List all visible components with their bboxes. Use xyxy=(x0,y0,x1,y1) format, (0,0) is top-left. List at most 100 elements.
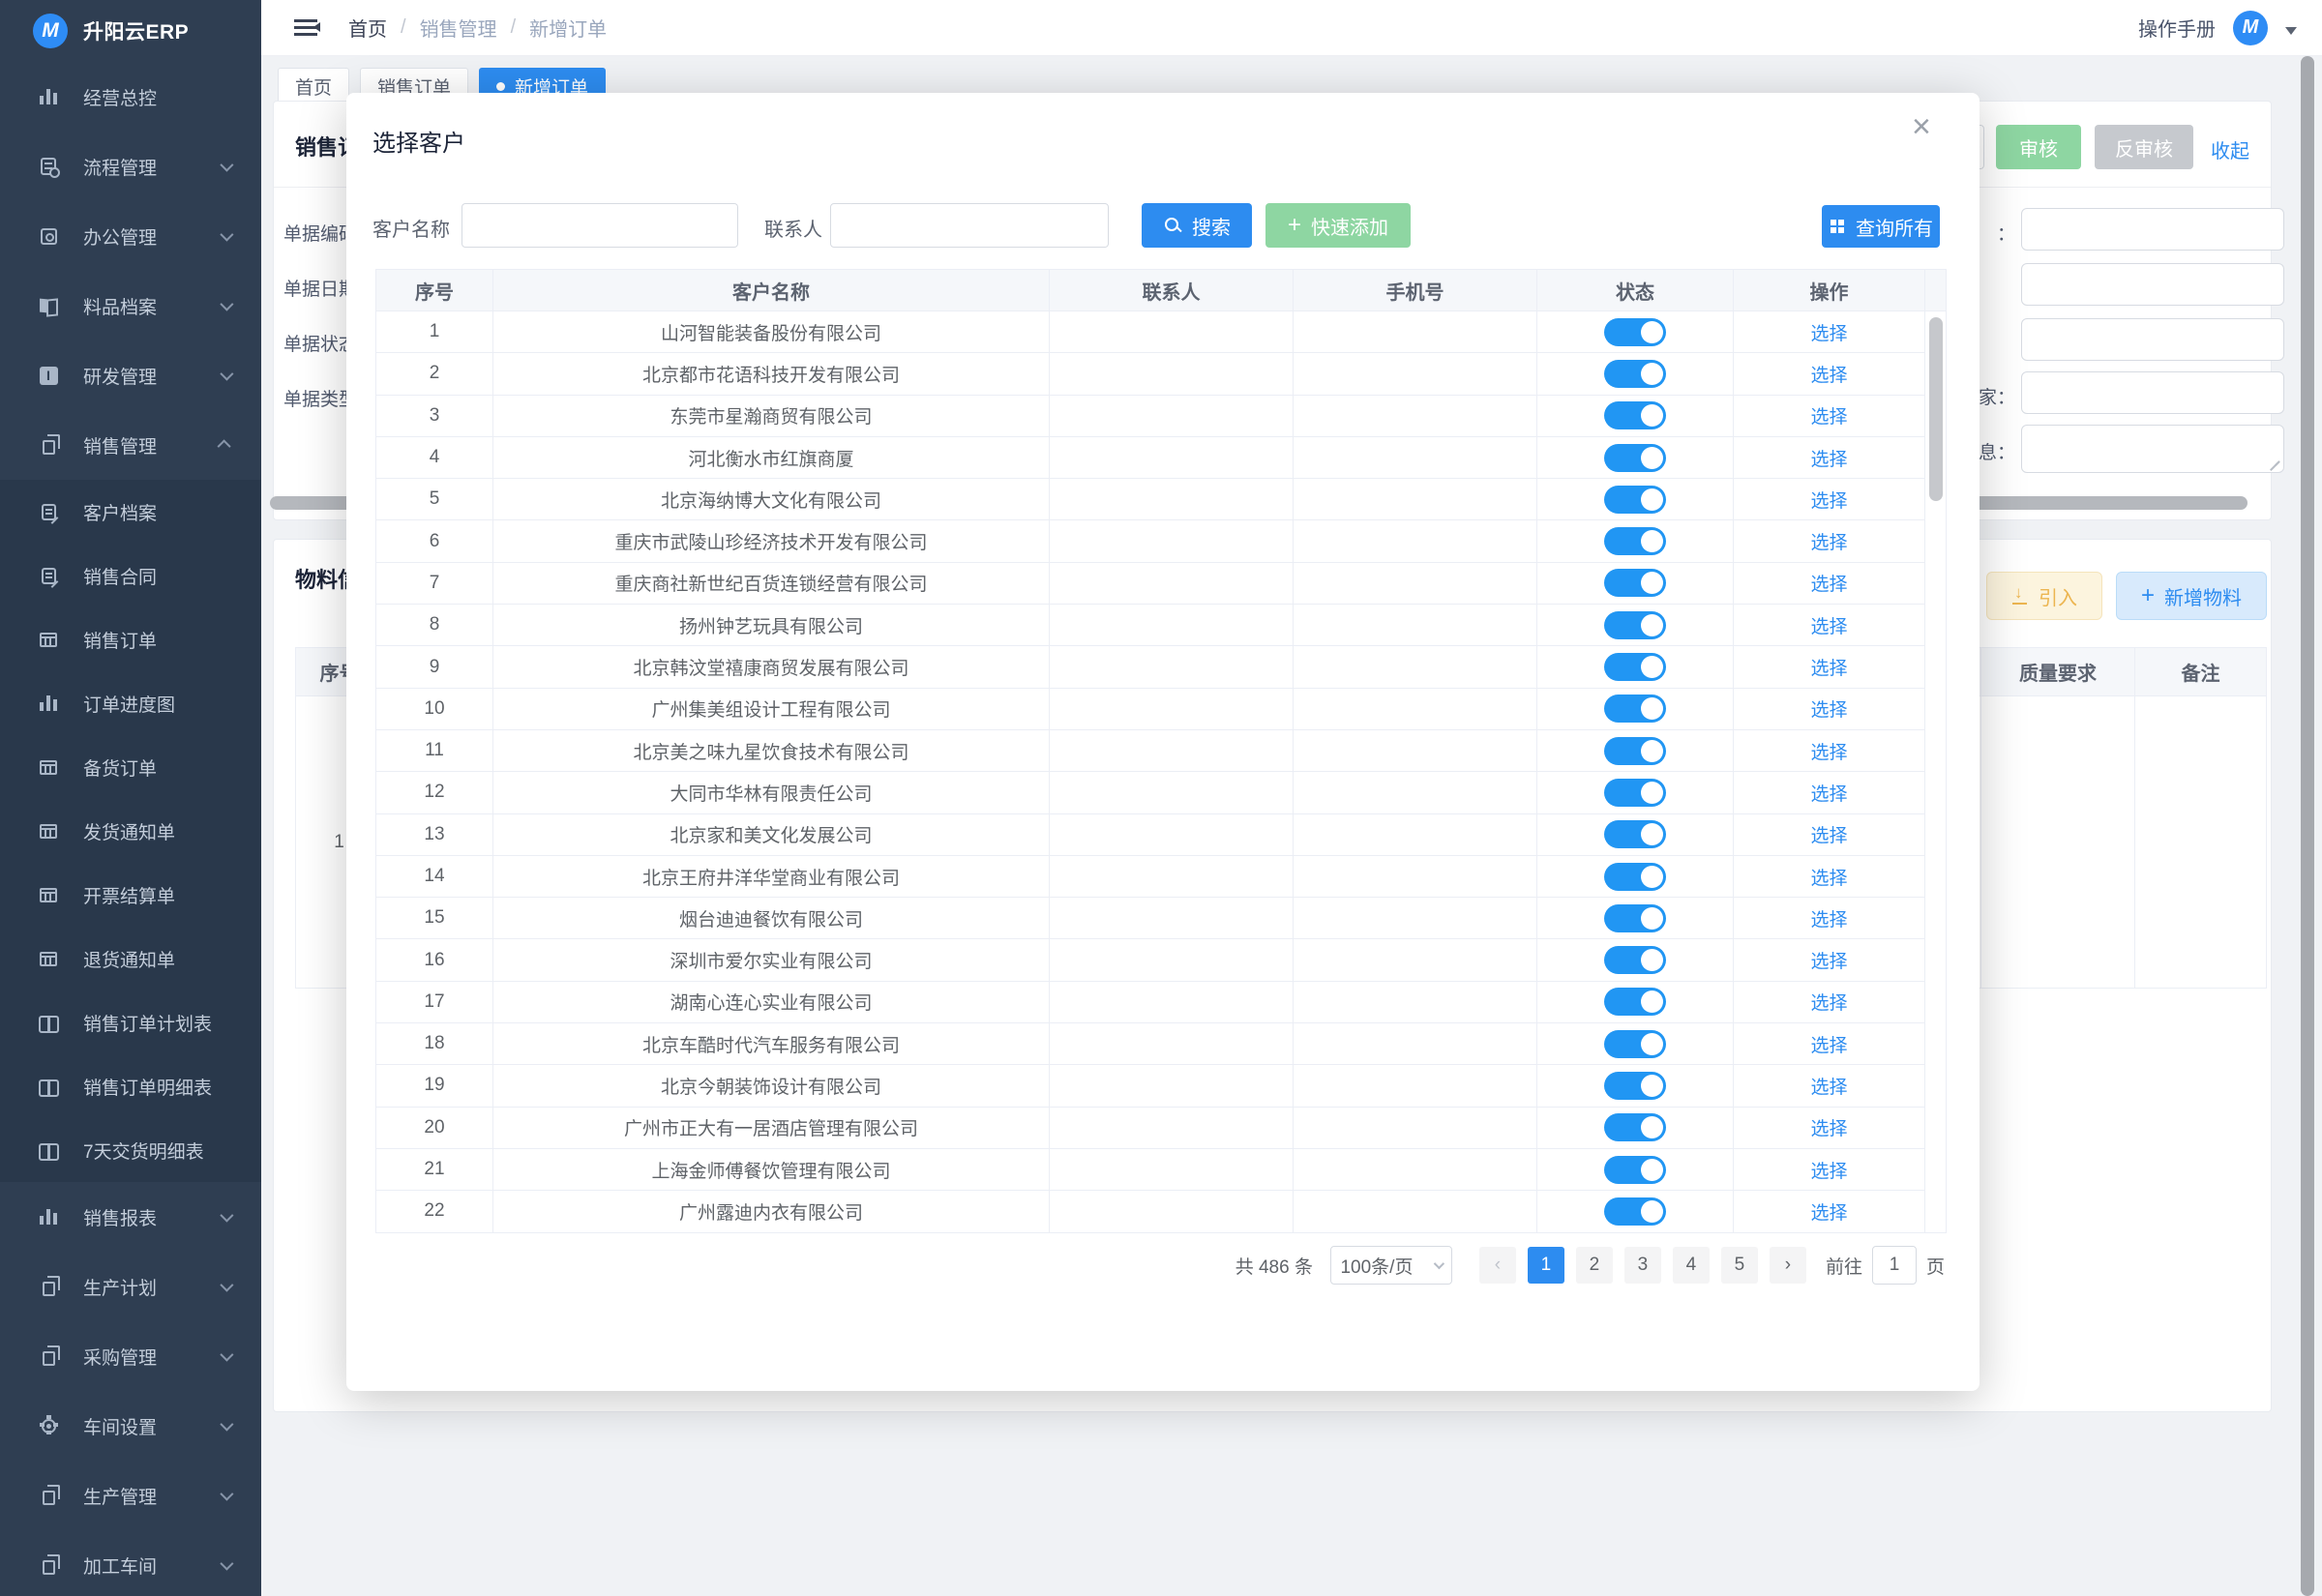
status-toggle[interactable] xyxy=(1604,863,1666,891)
sidebar-subitem[interactable]: 客户档案 xyxy=(0,480,261,544)
select-link[interactable]: 选择 xyxy=(1810,821,1847,847)
form-input[interactable] xyxy=(2021,208,2284,251)
status-toggle[interactable] xyxy=(1604,611,1666,639)
status-toggle[interactable] xyxy=(1604,486,1666,514)
quick-add-button[interactable]: 快速添加 xyxy=(1265,203,1411,248)
select-link[interactable]: 选择 xyxy=(1810,445,1847,471)
form-input-country[interactable] xyxy=(2021,371,2284,414)
pagination-prev[interactable]: ‹ xyxy=(1479,1247,1516,1284)
sidebar-subitem[interactable]: 发货通知单 xyxy=(0,799,261,863)
unapprove-button[interactable]: 反审核 xyxy=(2095,125,2193,169)
query-all-button[interactable]: 查询所有 xyxy=(1822,205,1940,248)
select-link[interactable]: 选择 xyxy=(1810,780,1847,806)
select-link[interactable]: 选择 xyxy=(1810,695,1847,722)
select-link[interactable]: 选择 xyxy=(1810,1157,1847,1183)
status-toggle[interactable] xyxy=(1604,527,1666,555)
select-link[interactable]: 选择 xyxy=(1810,947,1847,973)
goto-page-input[interactable] xyxy=(1872,1246,1917,1285)
select-link[interactable]: 选择 xyxy=(1810,319,1847,345)
sidebar-item[interactable]: 销售管理 xyxy=(0,410,261,480)
search-button[interactable]: 搜索 xyxy=(1142,203,1252,248)
select-link[interactable]: 选择 xyxy=(1810,361,1847,387)
sidebar-item[interactable]: 加工车间 xyxy=(0,1530,261,1596)
sidebar-subitem[interactable]: 销售合同 xyxy=(0,544,261,607)
pagination-page-1[interactable]: 1 xyxy=(1528,1247,1564,1284)
breadcrumb-sales[interactable]: 销售管理 xyxy=(420,14,497,42)
sidebar-item[interactable]: 办公管理 xyxy=(0,201,261,271)
status-toggle[interactable] xyxy=(1604,695,1666,723)
status-toggle[interactable] xyxy=(1604,988,1666,1016)
resize-grip-icon[interactable] xyxy=(2269,458,2280,469)
status-toggle[interactable] xyxy=(1604,779,1666,807)
status-toggle[interactable] xyxy=(1604,1156,1666,1184)
select-link[interactable]: 选择 xyxy=(1810,487,1847,513)
status-toggle[interactable] xyxy=(1604,1113,1666,1141)
select-link[interactable]: 选择 xyxy=(1810,1114,1847,1140)
sidebar-subitem[interactable]: 备货订单 xyxy=(0,735,261,799)
status-toggle[interactable] xyxy=(1604,737,1666,765)
tab-home[interactable]: 首页 xyxy=(278,68,349,104)
status-toggle[interactable] xyxy=(1604,1030,1666,1058)
pagination-page-5[interactable]: 5 xyxy=(1721,1247,1758,1284)
status-toggle[interactable] xyxy=(1604,360,1666,388)
status-toggle[interactable] xyxy=(1604,653,1666,681)
sidebar-item[interactable]: 销售报表 xyxy=(0,1182,261,1252)
select-link[interactable]: 选择 xyxy=(1810,528,1847,554)
select-link[interactable]: 选择 xyxy=(1810,570,1847,596)
form-input[interactable] xyxy=(2021,263,2284,306)
sidebar-item[interactable]: 经营总控 xyxy=(0,62,261,132)
select-link[interactable]: 选择 xyxy=(1810,1031,1847,1057)
customer-name-input[interactable] xyxy=(461,203,738,248)
sidebar-item[interactable]: 采购管理 xyxy=(0,1321,261,1391)
manual-link[interactable]: 操作手册 xyxy=(2138,14,2216,42)
status-toggle[interactable] xyxy=(1604,318,1666,346)
status-toggle[interactable] xyxy=(1604,1072,1666,1100)
select-link[interactable]: 选择 xyxy=(1810,1198,1847,1225)
select-link[interactable]: 选择 xyxy=(1810,864,1847,890)
page-vertical-scrollbar[interactable] xyxy=(2301,56,2314,1596)
sidebar-item[interactable]: 生产计划 xyxy=(0,1252,261,1321)
select-link[interactable]: 选择 xyxy=(1810,654,1847,680)
status-toggle[interactable] xyxy=(1604,1197,1666,1226)
add-material-button[interactable]: 新增物料 xyxy=(2116,572,2267,620)
status-toggle[interactable] xyxy=(1604,444,1666,472)
pagination-page-2[interactable]: 2 xyxy=(1576,1247,1613,1284)
sidebar-subitem[interactable]: 销售订单计划表 xyxy=(0,990,261,1054)
contact-input[interactable] xyxy=(830,203,1109,248)
avatar[interactable]: M xyxy=(2233,11,2268,45)
status-toggle[interactable] xyxy=(1604,904,1666,932)
chevron-down-icon[interactable] xyxy=(2285,27,2297,41)
sidebar-subitem[interactable]: 销售订单明细表 xyxy=(0,1054,261,1118)
form-input[interactable] xyxy=(2021,318,2284,361)
sidebar-item[interactable]: 流程管理 xyxy=(0,132,261,201)
sidebar-item[interactable]: 料品档案 xyxy=(0,271,261,340)
breadcrumb-home[interactable]: 首页 xyxy=(348,14,387,42)
sidebar-subitem[interactable]: 销售订单 xyxy=(0,607,261,671)
status-toggle[interactable] xyxy=(1604,401,1666,429)
approve-button[interactable]: 审核 xyxy=(1996,125,2081,169)
close-icon[interactable]: × xyxy=(1912,110,1931,143)
select-link[interactable]: 选择 xyxy=(1810,402,1847,429)
sidebar-subitem[interactable]: 开票结算单 xyxy=(0,863,261,927)
select-link[interactable]: 选择 xyxy=(1810,905,1847,931)
collapse-link[interactable]: 收起 xyxy=(2211,135,2249,163)
pagination-page-4[interactable]: 4 xyxy=(1673,1247,1710,1284)
sidebar-item[interactable]: 生产管理 xyxy=(0,1461,261,1530)
status-toggle[interactable] xyxy=(1604,569,1666,597)
table-scrollbar-thumb[interactable] xyxy=(1929,317,1943,501)
select-link[interactable]: 选择 xyxy=(1810,1073,1847,1099)
pagination-page-3[interactable]: 3 xyxy=(1624,1247,1661,1284)
collapse-menu-icon[interactable] xyxy=(294,19,317,36)
sidebar-subitem[interactable]: 退货通知单 xyxy=(0,927,261,990)
sidebar-item[interactable]: 研发管理 xyxy=(0,340,261,410)
status-toggle[interactable] xyxy=(1604,820,1666,848)
select-link[interactable]: 选择 xyxy=(1810,738,1847,764)
import-button[interactable]: 引入 xyxy=(1986,572,2102,620)
sidebar-item[interactable]: 车间设置 xyxy=(0,1391,261,1461)
page-size-select[interactable]: 100条/页 xyxy=(1330,1246,1452,1285)
sidebar-subitem[interactable]: 7天交货明细表 xyxy=(0,1118,261,1182)
status-toggle[interactable] xyxy=(1604,946,1666,974)
sidebar-subitem[interactable]: 订单进度图 xyxy=(0,671,261,735)
form-textarea-info[interactable] xyxy=(2021,425,2284,473)
select-link[interactable]: 选择 xyxy=(1810,989,1847,1015)
